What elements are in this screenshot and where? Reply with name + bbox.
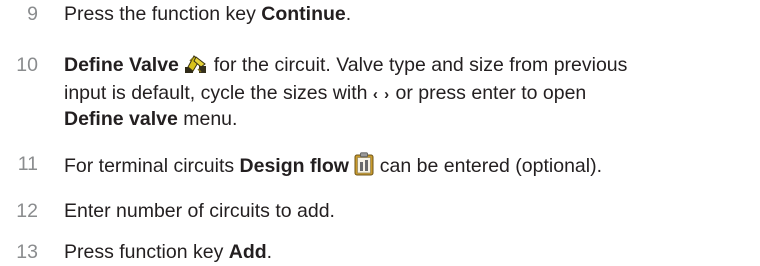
- step-text: Define Valve for the circuit. Valve type…: [64, 53, 754, 131]
- step-number: 11: [17, 153, 38, 175]
- cycle-arrows-icon: ‹ ›: [372, 86, 391, 103]
- step-number: 9: [27, 3, 38, 25]
- step-line-3: Define valve menu.: [64, 107, 754, 131]
- valve-icon: [184, 53, 208, 81]
- step-text: Press the function key Continue.: [64, 2, 754, 26]
- step-text-before: Press the function key: [64, 3, 262, 25]
- step-text: Enter number of circuits to add.: [64, 200, 335, 222]
- step-keyword: Design flow: [239, 155, 349, 177]
- step-text-after: .: [266, 241, 273, 263]
- step-line-2-after: or press enter to open: [390, 82, 587, 104]
- step-text-before: For terminal circuits: [64, 155, 240, 177]
- step-keyword: Add: [228, 241, 267, 263]
- step-number: 13: [16, 241, 38, 263]
- step-line-3-after: menu.: [177, 108, 238, 130]
- step-number: 12: [16, 200, 38, 222]
- step-line-2: input is default, cycle the sizes with ‹…: [64, 81, 754, 107]
- clipboard-icon: [354, 152, 374, 182]
- step-text-before: Press function key: [64, 241, 229, 263]
- step-text-after: can be entered (optional).: [374, 155, 603, 177]
- step-line-2-before: input is default, cycle the sizes with: [64, 82, 373, 104]
- step-text: Press function key Add.: [64, 240, 754, 264]
- step-text-after: .: [345, 3, 352, 25]
- step-text: For terminal circuits Design flow can be…: [64, 152, 754, 182]
- step-keyword: Continue: [261, 3, 346, 25]
- step-text-after-icon: for the circuit. Valve type and size fro…: [208, 54, 628, 76]
- step-keyword: Define valve: [64, 108, 178, 130]
- step-number: 10: [16, 54, 38, 76]
- step-line-1: Define Valve for the circuit. Valve type…: [64, 53, 754, 81]
- step-keyword: Define Valve: [64, 54, 179, 76]
